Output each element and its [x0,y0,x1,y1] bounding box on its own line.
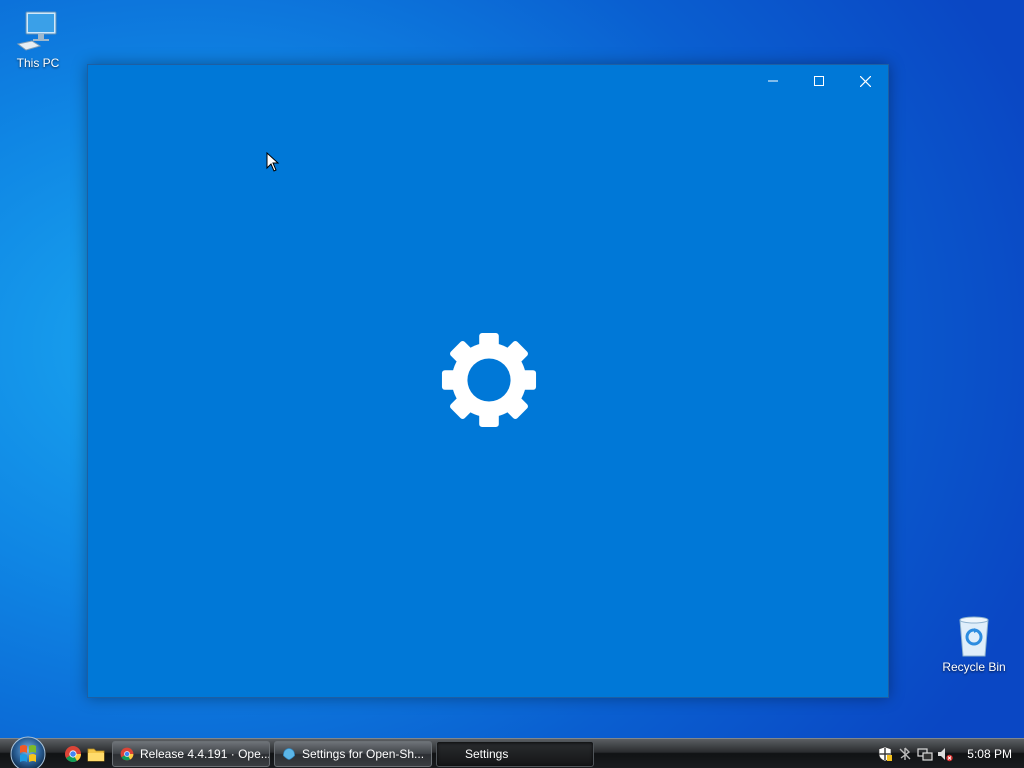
volume-muted-icon[interactable] [937,746,953,762]
desktop-icon-recycle-bin[interactable]: Recycle Bin [938,614,1010,674]
settings-window[interactable] [87,64,889,698]
maximize-icon [814,76,824,86]
clock[interactable]: 5:08 PM [967,747,1012,761]
security-shield-icon[interactable] [877,746,893,762]
minimize-button[interactable] [750,65,796,97]
taskbar-button-settings[interactable]: Settings [436,741,594,767]
settings-gear-icon [441,332,537,428]
start-button[interactable] [8,736,48,768]
network-icon[interactable] [917,746,933,762]
system-tray: 5:08 PM [877,739,1024,768]
close-button[interactable] [842,65,888,97]
computer-icon [16,11,57,51]
chrome-icon [120,747,134,761]
recycle-bin-icon [959,616,989,657]
window-caption-buttons [750,65,888,97]
bluetooth-icon[interactable] [897,746,913,762]
mouse-cursor-icon [266,152,280,172]
file-explorer-icon[interactable] [86,744,106,764]
desktop-icon-label: This PC [16,56,60,70]
close-icon [859,75,871,87]
desktop-icon-this-pc[interactable]: This PC [2,10,74,70]
desktop-icon-label: Recycle Bin [942,660,1006,674]
taskbar-button-open-shell-settings[interactable]: Settings for Open-Sh... [274,741,432,767]
taskbar-button-label: Release 4.4.191 · Ope... [140,747,269,761]
taskbar-button-chrome[interactable]: Release 4.4.191 · Ope... [112,741,270,767]
taskbar-button-label: Settings for Open-Sh... [302,747,425,761]
maximize-button[interactable] [796,65,842,97]
open-shell-icon [283,748,295,760]
taskbar: Release 4.4.191 · Ope... Settings for Op… [0,736,1024,768]
taskbar-button-label: Settings [465,747,509,761]
chrome-icon[interactable] [63,744,83,764]
minimize-icon [768,80,778,82]
